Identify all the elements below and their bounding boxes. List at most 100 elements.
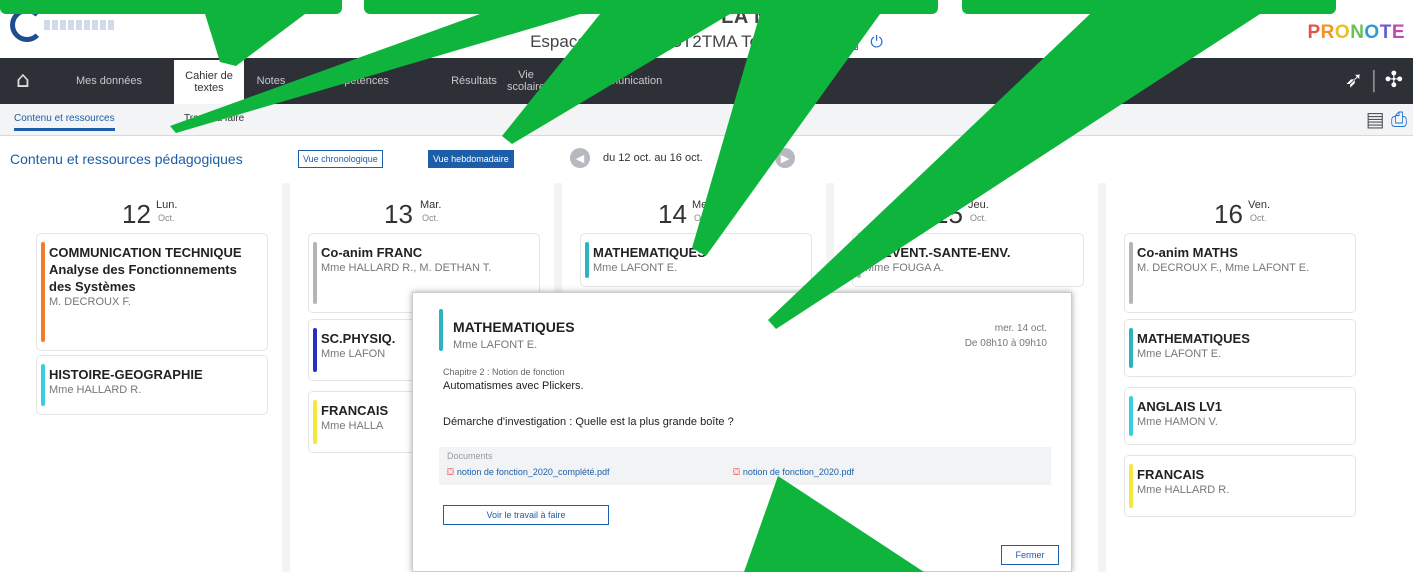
send-icon[interactable]: ➶ [1345,68,1363,93]
subtab-contenu[interactable]: Contenu et ressources [14,113,115,131]
course-card[interactable]: MATHEMATIQUES Mme LAFONT E. [1124,319,1356,377]
color-bar [857,242,861,278]
color-bar [585,242,589,278]
course-teacher: Mme LAFONT E. [593,262,678,274]
day-month: Oct. [970,213,987,223]
toolbar: Contenu et ressources pédagogiques Vue c… [0,137,1413,183]
day-month: Oct. [1250,213,1267,223]
day-header: 12 Lun. Oct. [18,193,282,233]
day-header: 16 Ven. Oct. [1106,193,1395,233]
course-subject: ANGLAIS LV1 [1137,399,1222,414]
pdf-icon: ⛋ [447,467,454,477]
nav-cahier-de-textes[interactable]: Cahier de textes [174,60,244,104]
save-icon[interactable]: ▤ [1366,107,1385,131]
color-bar [41,242,45,342]
nav-mes-donnees[interactable]: Mes données [58,58,160,104]
print-icon[interactable]: ⎙ [1391,107,1407,131]
documents-box: Documents ⛋ notion de fonction_2020_compl… [439,447,1051,485]
course-subject: Co-anim FRANC [321,245,423,260]
popup-content-line: Automatismes avec Plickers. [443,380,584,392]
nav-communication[interactable]: Communication [564,58,684,104]
school-name: LYCEE DE LA MER [612,6,801,28]
butterfly-icon[interactable]: ✣ [1385,68,1403,93]
document-link[interactable]: ⛋ notion de fonction_2020_complété.pdf [447,467,609,478]
popup-teacher: Mme LAFONT E. [453,339,538,351]
next-week-icon[interactable]: ▶ [775,148,795,168]
popup-subject: MATHEMATIQUES [453,319,575,335]
close-button[interactable]: Fermer [1001,545,1059,565]
page-title: Contenu et ressources pédagogiques [10,151,243,167]
day-name: Jeu. [968,199,989,211]
color-bar [1129,464,1133,508]
nav-notes[interactable]: Notes [248,58,294,104]
document-link[interactable]: ⛋ notion de fonction_2020.pdf [733,467,854,478]
course-subject: MATHEMATIQUES [593,245,706,260]
pdf-icon: ⛋ [733,467,740,477]
day-name: Ven. [1248,199,1271,211]
date-range-label: du 12 oct. au 16 oct. [603,152,703,164]
document-name: notion de fonction_2020.pdf [742,467,854,477]
view-work-button[interactable]: Voir le travail à faire [443,505,609,525]
course-teacher: M. DECROUX F. [49,296,131,308]
day-name: Lun. [156,199,178,211]
view-weekly-button[interactable]: Vue hebdomadaire [428,150,514,168]
qr-code-icon[interactable]: ▦ [844,33,859,53]
course-teacher: Mme HALLARD R. [1137,484,1230,496]
color-bar [439,309,443,351]
user-line: Espace Élève - TEST2TMA Test (2TMA) ▦ ⏻ [0,32,1413,53]
document-name: notion de fonction_2020_complété.pdf [456,467,610,477]
popup-chapter: Chapitre 2 : Notion de fonction [443,367,565,377]
top-header: LYCEE DE LA MER Espace Élève - TEST2TMA … [0,0,1413,58]
nav-resultats[interactable]: Résultats [442,58,506,104]
course-card[interactable]: MATHEMATIQUES Mme LAFONT E. [580,233,812,287]
day-name: Mer. [692,199,714,211]
course-card[interactable]: COMMUNICATION TECHNIQUE Analyse des Fonc… [36,233,268,351]
chevron-down-icon: ⌄ [753,152,763,164]
power-icon[interactable]: ⏻ [870,34,883,52]
day-header: 15 Jeu. Oct. [834,193,1098,233]
popup-time: De 08h10 à 09h10 [964,338,1047,349]
nav-right-icons: ➶ | ✣ [1344,68,1403,93]
course-teacher: Mme HALLARD R. [49,384,142,396]
view-chrono-button[interactable]: Vue chronologique [298,150,383,168]
color-bar [1129,328,1133,368]
course-teacher: Mme LAFONT E. [1137,348,1222,360]
nav-competences[interactable]: Compétences [300,58,410,104]
course-card[interactable]: HISTOIRE-GEOGRAPHIE Mme HALLARD R. [36,355,268,415]
course-subject: HISTOIRE-GEOGRAPHIE [49,367,203,382]
course-card[interactable]: PREVENT.-SANTE-ENV. Mme FOUGA A. [852,233,1084,287]
subtab-bar: Contenu et ressources Travail à faire ▤ … [0,104,1413,136]
color-bar [1129,242,1133,304]
color-bar [313,400,317,444]
day-number: 12 [122,199,151,229]
tool-icons: ▤ ⎙ [1366,107,1407,131]
course-detail-popup: MATHEMATIQUES Mme LAFONT E. mer. 14 oct.… [412,292,1072,572]
day-month: Oct. [158,213,175,223]
course-teacher: M. DECROUX F., Mme LAFONT E. [1137,262,1310,274]
color-bar [41,364,45,406]
day-name: Mar. [420,199,442,211]
course-teacher: Mme HALLARD R., M. DETHAN T. [321,262,492,274]
color-bar [313,328,317,372]
documents-label: Documents [447,451,493,461]
user-label: Espace Élève - TEST2TMA Test (2TMA) [530,32,834,51]
day-number: 16 [1214,199,1243,229]
course-subject: PREVENT.-SANTE-ENV. [865,245,1011,260]
color-bar [1129,396,1133,436]
course-card[interactable]: ANGLAIS LV1 Mme HAMON V. [1124,387,1356,445]
course-subject: Co-anim MATHS [1137,245,1238,260]
subtab-travail[interactable]: Travail à faire [184,113,244,124]
nav-vie-scolaire[interactable]: Vie scolaire [506,58,546,104]
day-month: Oct. [422,213,439,223]
home-icon[interactable]: ⌂ [16,70,38,92]
course-teacher: Mme FOUGA A. [865,262,944,274]
day-header: 13 Mar. Oct. [290,193,554,233]
day-column-12: 12 Lun. Oct. COMMUNICATION TECHNIQUE Ana… [18,183,286,572]
day-header: 14 Mer. Oct. [562,193,826,233]
course-teacher: Mme HAMON V. [1137,416,1218,428]
date-range-select[interactable]: du 12 oct. au 16 oct. ⌄ [597,149,769,169]
course-card[interactable]: Co-anim MATHS M. DECROUX F., Mme LAFONT … [1124,233,1356,313]
popup-content-line: Démarche d'investigation : Quelle est la… [443,416,734,428]
prev-week-icon[interactable]: ◀ [570,148,590,168]
course-card[interactable]: FRANCAIS Mme HALLARD R. [1124,455,1356,517]
